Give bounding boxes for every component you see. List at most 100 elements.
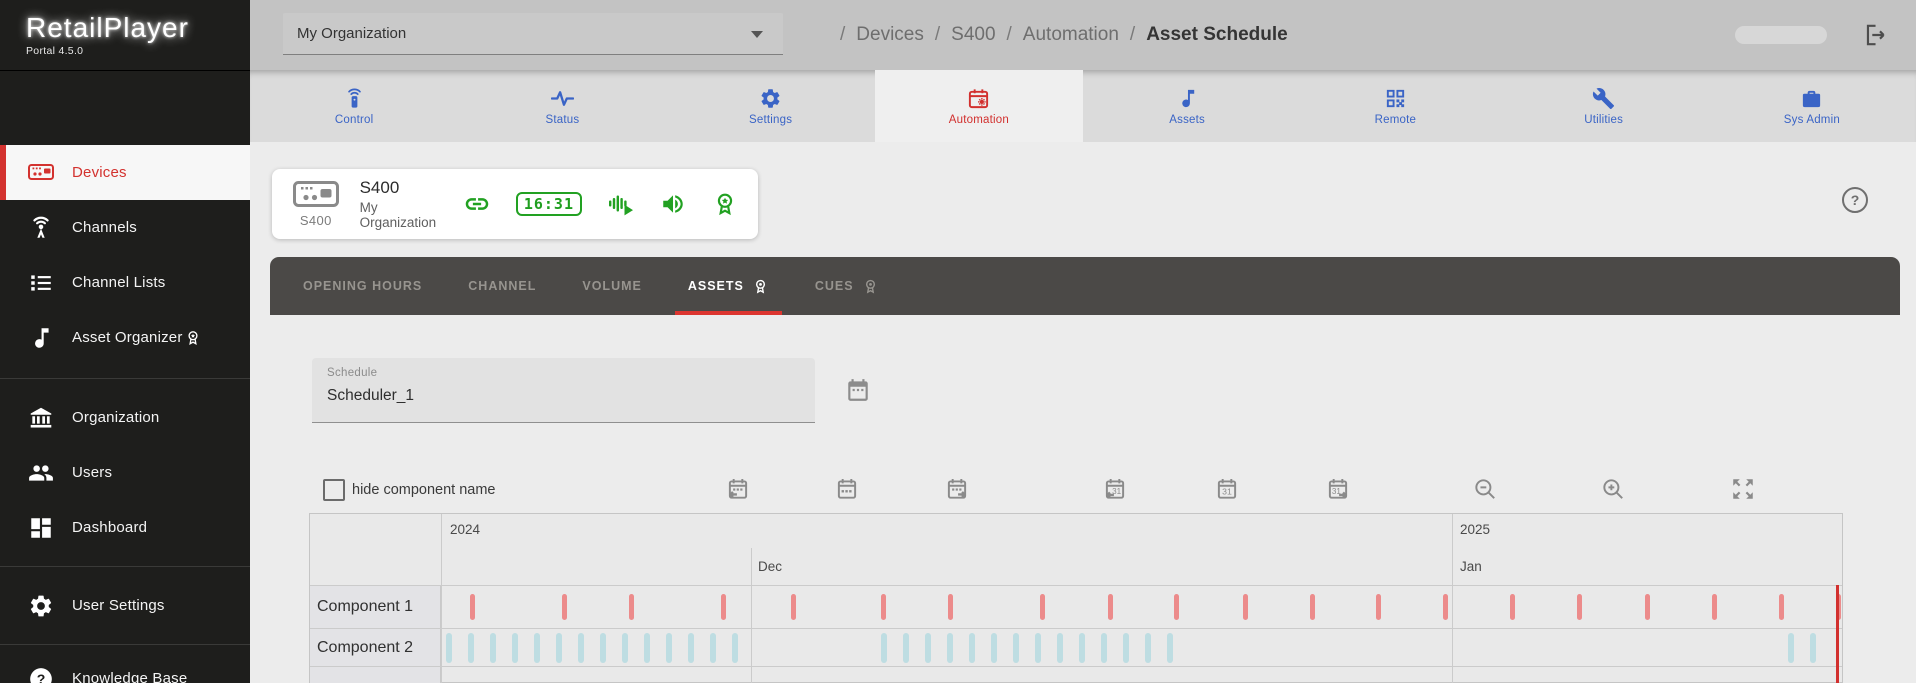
tab-assets[interactable]: Assets: [1083, 70, 1291, 142]
schedule-tick[interactable]: [562, 594, 567, 620]
prev-week-button[interactable]: [725, 476, 751, 502]
sidebar-item-users[interactable]: Users: [0, 445, 250, 500]
schedule-tick[interactable]: [1079, 633, 1085, 663]
schedule-tick[interactable]: [1101, 633, 1107, 663]
tab-remote[interactable]: Remote: [1291, 70, 1499, 142]
tab-sys-admin[interactable]: Sys Admin: [1708, 70, 1916, 142]
schedule-tick[interactable]: [534, 633, 540, 663]
sidebar-item-channels[interactable]: Channels: [0, 200, 250, 255]
tab-utilities[interactable]: Utilities: [1500, 70, 1708, 142]
schedule-tick[interactable]: [490, 633, 496, 663]
tab-status[interactable]: Status: [458, 70, 666, 142]
schedule-tick[interactable]: [1057, 633, 1063, 663]
schedule-tick[interactable]: [1788, 633, 1794, 663]
device-model-caption: S400: [292, 213, 340, 228]
schedule-tick[interactable]: [1167, 633, 1173, 663]
schedule-tick[interactable]: [1779, 594, 1784, 620]
hide-component-label[interactable]: hide component name: [352, 478, 496, 502]
help-icon: ?: [1851, 192, 1860, 208]
schedule-tick[interactable]: [688, 633, 694, 663]
subtab-label: CUES: [815, 279, 854, 293]
schedule-tick[interactable]: [1510, 594, 1515, 620]
schedule-tick[interactable]: [1174, 594, 1179, 620]
schedule-tick[interactable]: [600, 633, 606, 663]
schedule-tick[interactable]: [791, 594, 796, 620]
schedule-tick[interactable]: [1040, 594, 1045, 620]
schedule-tick[interactable]: [446, 633, 452, 663]
logout-button[interactable]: [1862, 22, 1888, 48]
this-week-button[interactable]: [834, 476, 860, 502]
schedule-tick[interactable]: [578, 633, 584, 663]
schedule-tick[interactable]: [1145, 633, 1151, 663]
zoom-out-button[interactable]: [1472, 476, 1498, 502]
schedule-tick[interactable]: [556, 633, 562, 663]
schedule-tick[interactable]: [1108, 594, 1113, 620]
organization-selector[interactable]: My Organization: [283, 13, 783, 55]
subtab-volume[interactable]: VOLUME: [559, 257, 664, 315]
schedule-tick[interactable]: [881, 633, 887, 663]
schedule-tick[interactable]: [1712, 594, 1717, 620]
next-week-button[interactable]: [944, 476, 970, 502]
automation-subtab-strip: OPENING HOURS CHANNEL VOLUME ASSETS CUES: [270, 257, 1900, 315]
schedule-tick[interactable]: [622, 633, 628, 663]
sidebar-item-asset-organizer[interactable]: Asset Organizer: [0, 310, 250, 365]
schedule-tick[interactable]: [629, 594, 634, 620]
fullscreen-button[interactable]: [1730, 476, 1756, 502]
subtab-cues[interactable]: CUES: [792, 257, 902, 315]
tab-automation[interactable]: Automation: [875, 70, 1083, 142]
schedule-tick[interactable]: [1443, 594, 1448, 620]
schedule-tick[interactable]: [948, 594, 953, 620]
sidebar-item-channel-lists[interactable]: Channel Lists: [0, 255, 250, 310]
hide-component-checkbox[interactable]: [323, 479, 345, 501]
schedule-tick[interactable]: [1123, 633, 1129, 663]
component-2-schedule-track[interactable]: [442, 629, 1842, 666]
asset-schedule-timeline[interactable]: 2024 2025 Dec Jan Component 1 Component …: [309, 513, 1843, 683]
schedule-tick[interactable]: [1645, 594, 1650, 620]
schedule-calendar-button[interactable]: [845, 377, 871, 403]
help-button[interactable]: ?: [1842, 187, 1868, 213]
schedule-tick[interactable]: [881, 594, 886, 620]
schedule-tick[interactable]: [947, 633, 953, 663]
sidebar-item-user-settings[interactable]: User Settings: [0, 578, 250, 633]
device-thumbnail: S400: [292, 181, 340, 228]
schedule-tick[interactable]: [1243, 594, 1248, 620]
sidebar-item-organization[interactable]: Organization: [0, 390, 250, 445]
schedule-tick[interactable]: [468, 633, 474, 663]
schedule-tick[interactable]: [1013, 633, 1019, 663]
music-note-icon: [1176, 87, 1199, 110]
component-1-schedule-track[interactable]: [442, 586, 1842, 628]
schedule-tick[interactable]: [470, 594, 475, 620]
breadcrumb-devices[interactable]: Devices: [856, 24, 924, 46]
subtab-opening-hours[interactable]: OPENING HOURS: [280, 257, 445, 315]
this-month-button[interactable]: 31: [1214, 476, 1240, 502]
schedule-tick[interactable]: [1310, 594, 1315, 620]
zoom-in-button[interactable]: [1600, 476, 1626, 502]
schedule-tick[interactable]: [710, 633, 716, 663]
sidebar-item-dashboard[interactable]: Dashboard: [0, 500, 250, 555]
prev-month-button[interactable]: 31: [1102, 476, 1128, 502]
tab-control[interactable]: Control: [250, 70, 458, 142]
schedule-tick[interactable]: [512, 633, 518, 663]
schedule-select-field[interactable]: Schedule Scheduler_1: [312, 358, 815, 423]
subtab-assets[interactable]: ASSETS: [665, 257, 792, 315]
schedule-tick[interactable]: [1577, 594, 1582, 620]
tab-settings[interactable]: Settings: [667, 70, 875, 142]
breadcrumb-automation[interactable]: Automation: [1023, 24, 1119, 46]
next-month-button[interactable]: 31: [1325, 476, 1351, 502]
sidebar-item-knowledge-base[interactable]: ? Knowledge Base: [0, 651, 250, 683]
schedule-tick[interactable]: [666, 633, 672, 663]
schedule-tick[interactable]: [991, 633, 997, 663]
schedule-tick[interactable]: [925, 633, 931, 663]
breadcrumb-s400[interactable]: S400: [951, 24, 995, 46]
users-icon: [28, 460, 54, 486]
schedule-tick[interactable]: [644, 633, 650, 663]
sidebar-item-devices[interactable]: Devices: [0, 145, 250, 200]
schedule-tick[interactable]: [1376, 594, 1381, 620]
schedule-tick[interactable]: [721, 594, 726, 620]
schedule-tick[interactable]: [732, 633, 738, 663]
subtab-channel[interactable]: CHANNEL: [445, 257, 559, 315]
schedule-tick[interactable]: [969, 633, 975, 663]
schedule-tick[interactable]: [1035, 633, 1041, 663]
schedule-tick[interactable]: [1810, 633, 1816, 663]
schedule-tick[interactable]: [903, 633, 909, 663]
